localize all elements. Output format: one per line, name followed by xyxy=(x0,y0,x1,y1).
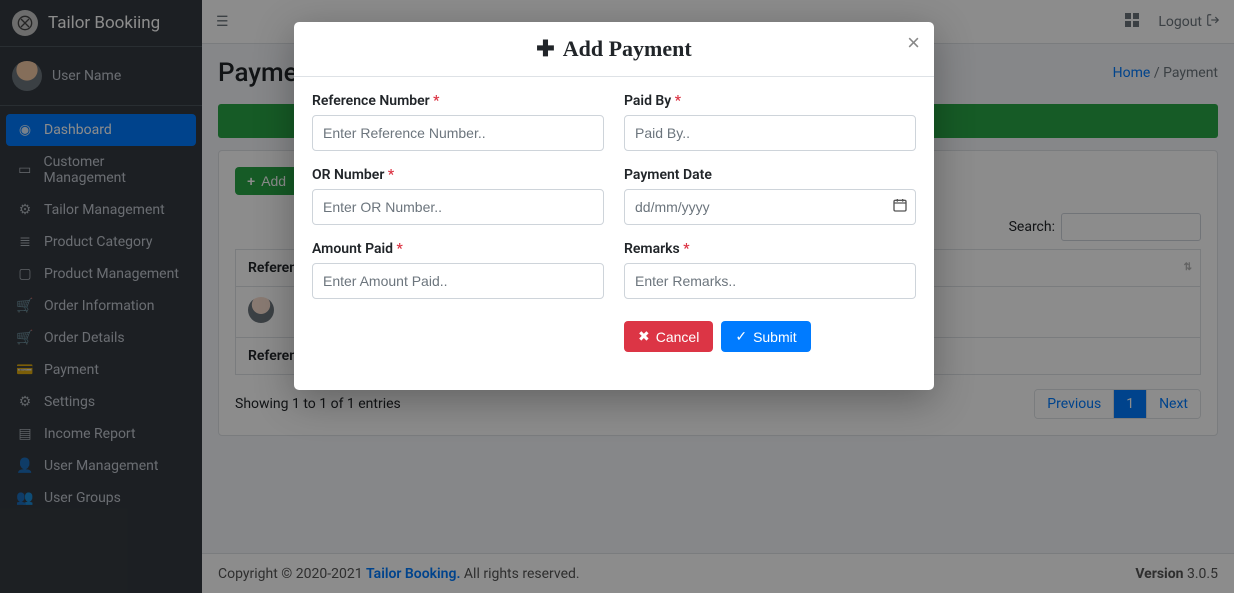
modal-title: ✚ Add Payment xyxy=(536,36,691,62)
close-icon: ✖ xyxy=(638,328,650,345)
check-icon: ✓ xyxy=(735,328,747,345)
submit-button[interactable]: ✓ Submit xyxy=(721,321,810,352)
modal-body: Reference Number * Paid By * OR Number *… xyxy=(294,77,934,390)
label-reference: Reference Number * xyxy=(312,93,604,109)
payment-date-input[interactable] xyxy=(624,189,916,225)
or-number-input[interactable] xyxy=(312,189,604,225)
remarks-input[interactable] xyxy=(624,263,916,299)
label-or-number: OR Number * xyxy=(312,167,604,183)
label-paid-by: Paid By * xyxy=(624,93,916,109)
add-payment-modal: ✚ Add Payment × Reference Number * Paid … xyxy=(294,22,934,390)
label-amount-paid: Amount Paid * xyxy=(312,241,604,257)
label-payment-date: Payment Date xyxy=(624,167,916,183)
cancel-button[interactable]: ✖ Cancel xyxy=(624,321,713,352)
amount-paid-input[interactable] xyxy=(312,263,604,299)
close-icon[interactable]: × xyxy=(907,32,920,54)
modal-header: ✚ Add Payment × xyxy=(294,22,934,77)
paid-by-input[interactable] xyxy=(624,115,916,151)
reference-input[interactable] xyxy=(312,115,604,151)
plus-icon: ✚ xyxy=(536,36,554,62)
label-remarks: Remarks * xyxy=(624,241,916,257)
